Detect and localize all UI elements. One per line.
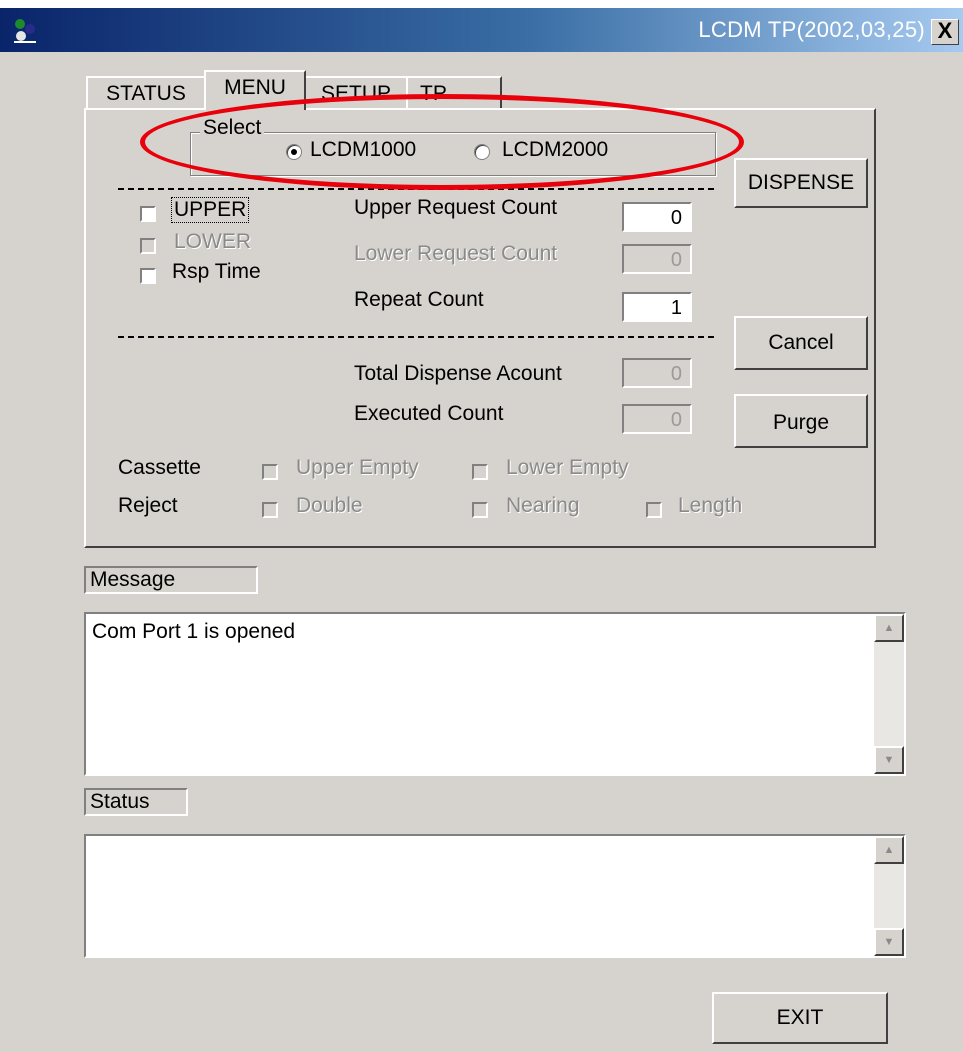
upper-request-count-input[interactable]: 0 (622, 202, 692, 232)
length-label: Length (678, 494, 743, 517)
upper-checkbox[interactable] (140, 206, 156, 222)
cassette-label: Cassette (118, 456, 201, 479)
status-caption: Status (84, 788, 188, 816)
tab-label: MENU (224, 76, 286, 99)
status-scrollbar[interactable]: ▲ ▼ (874, 836, 904, 956)
status-textarea[interactable]: ▲ ▼ (84, 834, 906, 958)
double-checkbox[interactable] (262, 502, 278, 518)
scroll-down-arrow-icon[interactable]: ▼ (874, 746, 904, 774)
scroll-down-arrow-icon[interactable]: ▼ (874, 928, 904, 956)
window-title: LCDM TP(2002,03,25) (698, 17, 925, 42)
tab-status[interactable]: STATUS (86, 76, 206, 110)
repeat-count-input[interactable]: 1 (622, 292, 692, 322)
total-dispense-label: Total Dispense Acount (354, 362, 562, 385)
upper-empty-label: Upper Empty (296, 456, 419, 479)
lower-empty-label: Lower Empty (506, 456, 629, 479)
highlight-ellipse (140, 94, 744, 190)
message-textarea[interactable]: Com Port 1 is opened ▲ ▼ (84, 612, 906, 776)
nearing-label: Nearing (506, 494, 580, 517)
nearing-checkbox[interactable] (472, 502, 488, 518)
lower-request-count-input[interactable]: 0 (622, 244, 692, 274)
exit-button[interactable]: EXIT (712, 992, 888, 1044)
rsp-time-label[interactable]: Rsp Time (172, 260, 261, 284)
purge-button[interactable]: Purge (734, 394, 868, 448)
double-label: Double (296, 494, 363, 517)
scroll-up-arrow-icon[interactable]: ▲ (874, 836, 904, 864)
app-icon (14, 19, 36, 43)
tab-label: STATUS (106, 82, 186, 105)
repeat-count-label: Repeat Count (354, 288, 484, 311)
lower-empty-checkbox[interactable] (472, 464, 488, 480)
rsp-time-checkbox[interactable] (140, 268, 156, 284)
upper-request-count-label: Upper Request Count (354, 196, 558, 219)
message-caption: Message (84, 566, 258, 594)
title-bar[interactable]: LCDM TP(2002,03,25) X (0, 8, 963, 52)
lower-checkbox-label[interactable]: LOWER (174, 230, 251, 254)
message-scrollbar[interactable]: ▲ ▼ (874, 614, 904, 774)
upper-empty-checkbox[interactable] (262, 464, 278, 480)
separator-middle (118, 336, 714, 338)
cancel-button[interactable]: Cancel (734, 316, 868, 370)
close-icon: X (937, 18, 953, 43)
app-window: LCDM TP(2002,03,25) X STATUS MENU SETUP … (0, 8, 963, 1052)
reject-label: Reject (118, 494, 178, 517)
dispense-button[interactable]: DISPENSE (734, 158, 868, 208)
total-dispense-value: 0 (622, 358, 692, 388)
close-button[interactable]: X (931, 19, 959, 45)
length-checkbox[interactable] (646, 502, 662, 518)
scroll-up-arrow-icon[interactable]: ▲ (874, 614, 904, 642)
message-text: Com Port 1 is opened (92, 620, 296, 643)
lower-checkbox[interactable] (140, 238, 156, 254)
executed-count-label: Executed Count (354, 402, 504, 425)
lower-request-count-label: Lower Request Count (354, 242, 558, 265)
upper-checkbox-label[interactable]: UPPER (170, 197, 250, 223)
executed-count-value: 0 (622, 404, 692, 434)
